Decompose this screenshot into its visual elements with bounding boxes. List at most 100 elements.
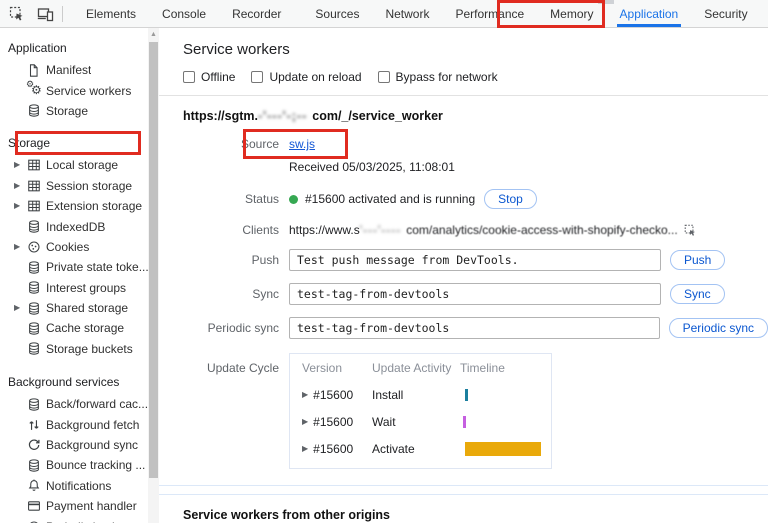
- timeline-bar-install: [465, 389, 468, 401]
- sidebar-item-label: IndexedDB: [46, 220, 105, 234]
- bell-icon: [27, 478, 46, 493]
- sidebar-scrollbar[interactable]: ▲: [148, 28, 159, 523]
- sidebar-item-indexeddb[interactable]: IndexedDB: [0, 216, 148, 236]
- service-workers-panel: Service workers Offline Update on reload…: [159, 28, 768, 523]
- sidebar-item-extension-storage[interactable]: ▶ Extension storage: [0, 196, 148, 216]
- sidebar-item-back-forward-cache[interactable]: Back/forward cac...: [0, 394, 148, 414]
- sidebar-item-storage[interactable]: Storage: [0, 101, 148, 121]
- sidebar-item-label: Back/forward cac...: [46, 397, 148, 411]
- sidebar-item-service-workers[interactable]: ⚙⚙ Service workers: [0, 80, 148, 100]
- browser-chrome-fragment: [598, 0, 614, 4]
- expand-arrow-icon[interactable]: ▶: [14, 304, 27, 312]
- inspect-element-icon[interactable]: [6, 3, 28, 25]
- sidebar-section-application: Application: [0, 34, 148, 60]
- table-icon: [27, 158, 46, 172]
- sidebar-item-manifest[interactable]: Manifest: [0, 60, 148, 80]
- sidebar-item-label: Cookies: [46, 240, 89, 254]
- tab-sources[interactable]: Sources: [302, 0, 372, 27]
- database-icon: [27, 321, 46, 336]
- database-icon: [27, 219, 46, 234]
- sidebar-item-notifications[interactable]: Notifications: [0, 476, 148, 496]
- sidebar-item-label: Shared storage: [46, 301, 128, 315]
- tab-network[interactable]: Network: [372, 0, 442, 27]
- sidebar-item-cookies[interactable]: ▶ Cookies: [0, 237, 148, 257]
- database-icon: [27, 103, 46, 118]
- periodic-sync-row: Periodic sync Periodic sync: [159, 317, 768, 339]
- sidebar-item-cache-storage[interactable]: Cache storage: [0, 318, 148, 338]
- scrollbar-thumb[interactable]: [149, 42, 158, 478]
- periodic-sync-input[interactable]: [289, 317, 660, 339]
- service-worker-details: https://sgtm.-'---'-;--com/_/service_wor…: [159, 96, 768, 486]
- bypass-for-network-checkbox[interactable]: [378, 71, 390, 83]
- push-input[interactable]: [289, 249, 661, 271]
- sidebar-item-label: Cache storage: [46, 321, 124, 335]
- offline-checkbox-wrap: Offline: [183, 70, 235, 84]
- tab-console[interactable]: Console: [149, 0, 219, 27]
- sidebar-item-storage-buckets[interactable]: Storage buckets: [0, 339, 148, 359]
- offline-checkbox[interactable]: [183, 71, 195, 83]
- expand-arrow-icon[interactable]: ▶: [14, 161, 27, 169]
- database-icon: [27, 397, 46, 412]
- focus-client-icon[interactable]: [684, 224, 697, 237]
- table-icon: [27, 179, 46, 193]
- sidebar-item-payment-handler[interactable]: Payment handler: [0, 496, 148, 516]
- stop-button[interactable]: Stop: [484, 189, 537, 209]
- periodic-sync-button[interactable]: Periodic sync: [669, 318, 768, 338]
- tab-application[interactable]: Application: [607, 0, 692, 27]
- expand-arrow-icon[interactable]: ▶: [302, 444, 308, 453]
- cookie-icon: [27, 240, 46, 254]
- push-label: Push: [159, 253, 289, 267]
- table-row: ▶#15600 Wait: [290, 408, 551, 435]
- sidebar-item-local-storage[interactable]: ▶ Local storage: [0, 155, 148, 175]
- sidebar-item-background-fetch[interactable]: Background fetch: [0, 414, 148, 434]
- sidebar-item-interest-groups[interactable]: Interest groups: [0, 278, 148, 298]
- tab-memory[interactable]: Memory: [537, 0, 606, 27]
- received-timestamp: Received 05/03/2025, 11:08:01: [289, 160, 455, 174]
- database-icon: [27, 301, 46, 316]
- scrollbar-up-arrow-icon[interactable]: ▲: [148, 30, 159, 40]
- push-row: Push Push: [159, 249, 768, 271]
- sidebar-item-label: Private state toke...: [46, 260, 148, 274]
- application-panel-sidebar: Application Manifest ⚙⚙ Service workers …: [0, 28, 148, 523]
- censored-text: -'---'-;--: [258, 109, 307, 123]
- sidebar-item-periodic-background-sync[interactable]: Periodic backgro...: [0, 516, 148, 523]
- clients-row: Clients https://www.s'---'----com/analyt…: [159, 223, 768, 237]
- update-cycle-label: Update Cycle: [159, 353, 289, 375]
- expand-arrow-icon[interactable]: ▶: [302, 417, 308, 426]
- service-worker-options: Offline Update on reload Bypass for netw…: [159, 58, 768, 96]
- col-timeline: Timeline: [460, 361, 551, 375]
- status-label: Status: [159, 192, 289, 206]
- expand-arrow-icon[interactable]: ▶: [14, 202, 27, 210]
- sync-row: Sync Sync: [159, 283, 768, 305]
- expand-arrow-icon[interactable]: ▶: [14, 182, 27, 190]
- expand-arrow-icon[interactable]: ▶: [302, 390, 308, 399]
- bypass-for-network-checkbox-wrap: Bypass for network: [378, 70, 498, 84]
- toolbar-separator: [62, 6, 63, 22]
- expand-arrow-icon[interactable]: ▶: [14, 243, 27, 251]
- sidebar-item-private-state-tokens[interactable]: Private state toke...: [0, 257, 148, 277]
- update-cycle-table: Version Update Activity Timeline ▶#15600…: [289, 353, 552, 469]
- sidebar-item-label: Storage: [46, 104, 88, 118]
- service-worker-origin: https://sgtm.-'---'-;--com/_/service_wor…: [159, 96, 768, 125]
- push-button[interactable]: Push: [670, 250, 725, 270]
- sidebar-item-shared-storage[interactable]: ▶ Shared storage: [0, 298, 148, 318]
- sync-input[interactable]: [289, 283, 661, 305]
- source-label: Source: [159, 137, 289, 151]
- update-on-reload-checkbox[interactable]: [251, 71, 263, 83]
- sync-label: Sync: [159, 287, 289, 301]
- tab-elements[interactable]: Elements: [73, 0, 149, 27]
- sync-button[interactable]: Sync: [670, 284, 725, 304]
- tab-recorder[interactable]: Recorder: [219, 0, 294, 27]
- file-icon: [27, 63, 46, 78]
- sidebar-item-bounce-tracking[interactable]: Bounce tracking ...: [0, 455, 148, 475]
- database-icon: [27, 260, 46, 275]
- offline-label: Offline: [201, 70, 235, 84]
- sidebar-item-background-sync[interactable]: Background sync: [0, 435, 148, 455]
- sidebar-item-session-storage[interactable]: ▶ Session storage: [0, 176, 148, 196]
- tab-performance[interactable]: Performance: [442, 0, 537, 27]
- source-link[interactable]: sw.js: [289, 137, 315, 151]
- device-toolbar-icon[interactable]: [34, 3, 56, 25]
- tab-security[interactable]: Security: [691, 0, 760, 27]
- up-down-arrows-icon: [27, 418, 46, 432]
- periodic-sync-label: Periodic sync: [159, 321, 289, 335]
